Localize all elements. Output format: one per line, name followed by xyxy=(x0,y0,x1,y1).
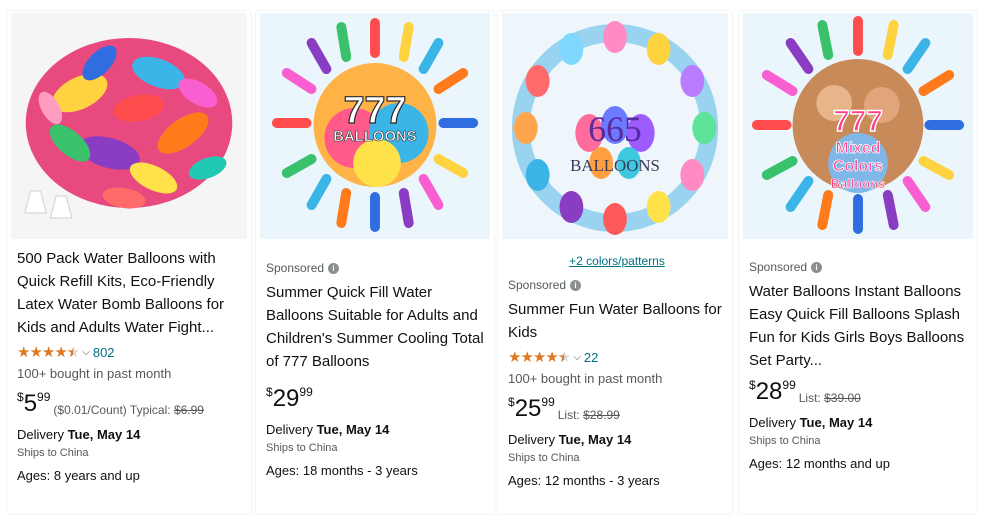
list-price-value: $39.00 xyxy=(824,391,861,405)
balloon-ring-image: 777 Mixed Colors Balloons xyxy=(743,13,973,239)
delivery-date: Tue, May 14 xyxy=(67,427,141,442)
balloon-pile-image xyxy=(11,13,247,239)
price[interactable]: $ 29 99 xyxy=(266,385,313,413)
list-label: List: xyxy=(557,408,580,422)
product-image[interactable]: 777 Mixed Colors Balloons xyxy=(743,13,973,239)
rating-row[interactable]: ★★★★★★ ⌵ 802 xyxy=(17,343,245,361)
info-icon[interactable]: i xyxy=(811,261,823,273)
svg-text:BALLOONS: BALLOONS xyxy=(570,156,660,175)
price-row: $ 29 99 xyxy=(266,385,488,413)
price[interactable]: $ 5 99 xyxy=(17,390,50,418)
product-title[interactable]: 500 Pack Water Balloons with Quick Refil… xyxy=(17,247,245,339)
delivery-date: Tue, May 14 xyxy=(799,415,873,430)
delivery-info: Delivery Tue, May 14 xyxy=(17,427,245,442)
price-symbol: $ xyxy=(508,395,515,409)
ships-to: Ships to China xyxy=(508,452,580,464)
svg-text:BALLOONS: BALLOONS xyxy=(333,128,416,145)
star-rating: ★★★★★★ xyxy=(508,349,571,366)
balloon-ring-image: 777 BALLOONS xyxy=(260,13,490,239)
unit-price: ($0.01/Count) Typical: $6.99 xyxy=(53,403,204,417)
list-price: List: $39.00 xyxy=(799,391,861,405)
delivery-label: Delivery xyxy=(17,427,68,442)
bought-past-month: 100+ bought in past month xyxy=(17,366,172,381)
delivery-date: Tue, May 14 xyxy=(558,432,632,447)
product-card: 500 Pack Water Balloons with Quick Refil… xyxy=(6,10,252,515)
age-range: Ages: 8 years and up xyxy=(17,468,140,483)
delivery-label: Delivery xyxy=(508,432,559,447)
price-fraction: 99 xyxy=(37,390,51,404)
price-symbol: $ xyxy=(17,390,24,404)
rating-row[interactable]: ★★★★★★ ⌵ 22 xyxy=(508,348,726,366)
price-fraction: 99 xyxy=(299,385,313,399)
list-label: List: xyxy=(798,391,821,405)
typical-label: Typical: xyxy=(129,403,171,417)
price[interactable]: $ 28 99 xyxy=(749,378,796,406)
info-icon[interactable]: i xyxy=(570,279,582,291)
price-whole: 28 xyxy=(755,378,783,405)
balloon-ring-image: 665 BALLOONS xyxy=(502,13,728,239)
svg-text:777: 777 xyxy=(344,90,407,132)
info-icon[interactable]: i xyxy=(328,262,340,274)
price-whole: 29 xyxy=(272,385,300,412)
chevron-down-icon[interactable]: ⌵ xyxy=(82,347,90,358)
svg-text:777: 777 xyxy=(833,105,883,138)
product-card: 777 Mixed Colors Balloons Sponsored i Wa… xyxy=(738,10,978,515)
svg-text:665: 665 xyxy=(588,109,642,149)
ships-to: Ships to China xyxy=(17,447,89,459)
price-row: $ 28 99 List: $39.00 xyxy=(749,378,971,406)
product-card: 665 BALLOONS +2 colors/patterns Sponsore… xyxy=(497,10,733,515)
ships-to: Ships to China xyxy=(266,442,338,454)
price-whole: 5 xyxy=(23,390,38,417)
delivery-label: Delivery xyxy=(266,422,317,437)
delivery-info: Delivery Tue, May 14 xyxy=(266,422,488,437)
age-range: Ages: 12 months and up xyxy=(749,456,890,471)
svg-text:Balloons: Balloons xyxy=(831,176,885,191)
delivery-label: Delivery xyxy=(749,415,800,430)
rating-count[interactable]: 802 xyxy=(93,345,115,360)
typical-price: $6.99 xyxy=(173,403,204,417)
delivery-info: Delivery Tue, May 14 xyxy=(749,415,971,430)
sponsored-text: Sponsored xyxy=(508,278,567,292)
product-card: 777 BALLOONS Sponsored i Summer Quick Fi… xyxy=(255,10,495,515)
sponsored-label[interactable]: Sponsored i xyxy=(749,260,971,274)
rating-count[interactable]: 22 xyxy=(584,350,598,365)
product-title[interactable]: Summer Quick Fill Water Balloons Suitabl… xyxy=(266,281,488,373)
product-title[interactable]: Water Balloons Instant Balloons Easy Qui… xyxy=(749,280,971,372)
age-range: Ages: 12 months - 3 years xyxy=(508,473,660,488)
sponsored-text: Sponsored xyxy=(749,260,808,274)
sponsored-text: Sponsored xyxy=(266,261,325,275)
bought-past-month: 100+ bought in past month xyxy=(508,371,663,386)
product-image[interactable]: 665 BALLOONS xyxy=(502,13,728,239)
list-price-value: $28.99 xyxy=(583,408,620,422)
product-image[interactable] xyxy=(11,13,247,239)
svg-text:Colors: Colors xyxy=(833,158,883,175)
price-fraction: 99 xyxy=(541,395,555,409)
price-row: $ 5 99 ($0.01/Count) Typical: $6.99 xyxy=(17,390,245,418)
age-range: Ages: 18 months - 3 years xyxy=(266,463,418,478)
ships-to: Ships to China xyxy=(749,435,821,447)
unit-price-value: ($0.01/Count) xyxy=(53,403,127,417)
delivery-date: Tue, May 14 xyxy=(316,422,390,437)
price-whole: 25 xyxy=(514,395,542,422)
delivery-info: Delivery Tue, May 14 xyxy=(508,432,726,447)
price-symbol: $ xyxy=(749,378,756,392)
price-row: $ 25 99 List: $28.99 xyxy=(508,395,726,423)
colors-patterns-link[interactable]: +2 colors/patterns xyxy=(508,254,726,268)
product-title[interactable]: Summer Fun Water Balloons for Kids xyxy=(508,298,726,344)
svg-text:Mixed: Mixed xyxy=(836,140,881,157)
list-price: List: $28.99 xyxy=(558,408,620,422)
product-image[interactable]: 777 BALLOONS xyxy=(260,13,490,239)
price-symbol: $ xyxy=(266,385,273,399)
chevron-down-icon[interactable]: ⌵ xyxy=(573,352,581,363)
sponsored-label[interactable]: Sponsored i xyxy=(508,278,726,292)
price-fraction: 99 xyxy=(782,378,796,392)
sponsored-label[interactable]: Sponsored i xyxy=(266,261,488,275)
star-rating: ★★★★★★ xyxy=(17,344,80,361)
price[interactable]: $ 25 99 xyxy=(508,395,555,423)
